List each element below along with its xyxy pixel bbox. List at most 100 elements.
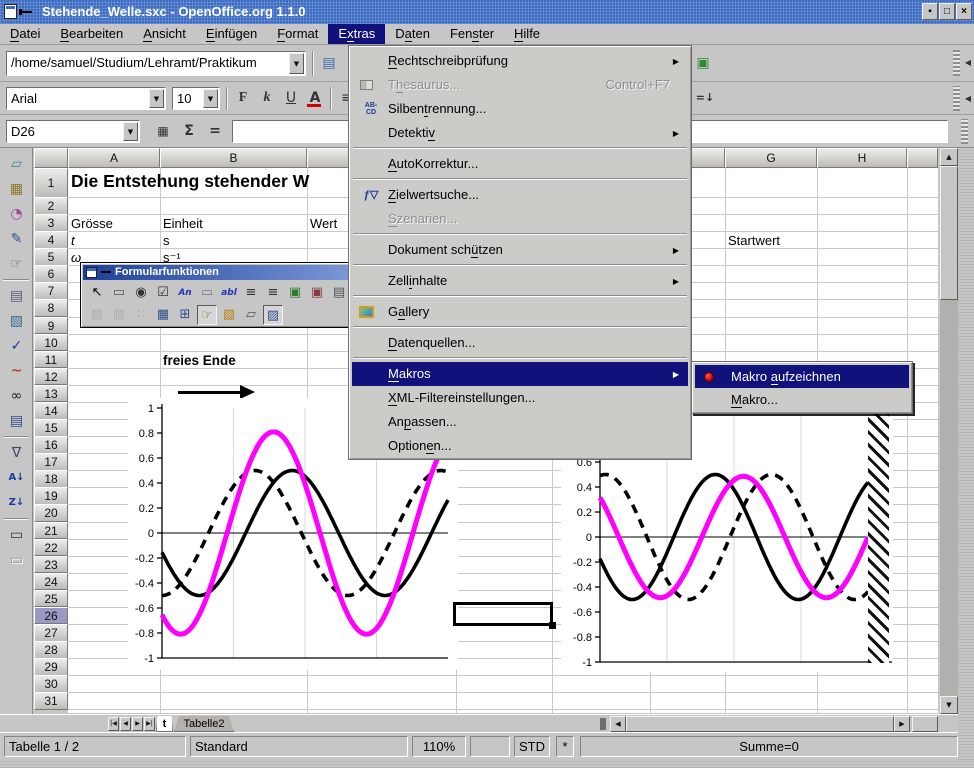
menubar-item-format[interactable]: Format (267, 24, 328, 44)
row-header-19[interactable]: 19 (34, 487, 68, 505)
check-box-icon[interactable]: ☑ (153, 283, 173, 303)
menubar-item-bearbeiten[interactable]: Bearbeiten (50, 24, 133, 44)
data-sources-icon[interactable]: ▤ (4, 409, 29, 433)
underline-icon[interactable]: U (280, 87, 302, 109)
font-size-select[interactable]: 10▼ (172, 87, 220, 110)
selection-mode[interactable]: STD (514, 736, 550, 757)
font-name-select[interactable]: Arial▼ (6, 87, 166, 110)
row-header-10[interactable]: 10 (34, 334, 68, 352)
scroll-down-icon[interactable]: ▼ (940, 696, 958, 714)
table-control-icon[interactable]: ▦ (153, 305, 173, 325)
menubar-item-hilfe[interactable]: Hilfe (504, 24, 550, 44)
menubar-item-extras[interactable]: Extras (328, 24, 385, 44)
column-header-G[interactable]: G (725, 148, 817, 168)
row-header-14[interactable]: 14 (34, 402, 68, 420)
insert-cells-icon[interactable]: ▦ (4, 177, 29, 201)
bold-icon[interactable]: F (232, 87, 254, 109)
menu-item-zielwertsuche[interactable]: ƒ▽Zielwertsuche... (352, 183, 688, 207)
sheet-tab-Tabelle2[interactable]: Tabelle2 (174, 716, 234, 732)
form-functions-icon[interactable]: ☞ (4, 252, 29, 276)
menu-item-zellinhalte[interactable]: Zellinhalte▶ (352, 269, 688, 293)
sum-icon[interactable]: Σ (178, 120, 200, 142)
new-document-icon[interactable]: ▤ (318, 52, 340, 74)
menu-item-optionen[interactable]: Optionen... (352, 434, 688, 458)
name-box[interactable]: D26▼ (6, 120, 140, 143)
list-box-icon[interactable]: ≡ (241, 283, 261, 303)
cell-reference-value[interactable]: D26 (11, 122, 121, 141)
hscroll-right-icon[interactable]: ▶ (894, 716, 910, 732)
row-header-5[interactable]: 5 (34, 248, 68, 266)
row-header-7[interactable]: 7 (34, 282, 68, 300)
push-button-icon[interactable]: ▭ (109, 283, 129, 303)
sort-ascending-icon[interactable]: A↓ (4, 466, 29, 490)
insert-icon[interactable]: ▱ (4, 152, 29, 176)
column-header-A[interactable]: A (68, 148, 160, 168)
find-replace-icon[interactable]: ∞ (4, 384, 29, 408)
toolbar-grip[interactable] (953, 50, 960, 76)
menu-item-anpassen[interactable]: Anpassen... (352, 410, 688, 434)
vertical-scroll-thumb[interactable] (940, 166, 958, 300)
horizontal-scroll-thumb[interactable] (626, 716, 894, 732)
row-header-16[interactable]: 16 (34, 436, 68, 454)
titlebar[interactable]: Stehende_Welle.sxc - OpenOffice.org 1.1.… (0, 0, 974, 24)
row-header-27[interactable]: 27 (34, 624, 68, 642)
menu-item-detektiv[interactable]: Detektiv▶ (352, 121, 688, 145)
row-header-22[interactable]: 22 (34, 539, 68, 557)
minimize-button[interactable]: ▪ (922, 3, 938, 20)
row-header-18[interactable]: 18 (34, 470, 68, 488)
row-header-13[interactable]: 13 (34, 385, 68, 403)
format-paintbrush-icon[interactable]: ▧ (4, 309, 29, 333)
wizard-icon[interactable]: ▨ (263, 305, 283, 325)
menu-item-makros[interactable]: Makros▶ (352, 362, 688, 386)
menubar-item-daten[interactable]: Daten (385, 24, 440, 44)
number-format-icon[interactable]: =↓ (694, 87, 716, 109)
form-toolbar-titlebar[interactable]: Formularfunktionen (83, 265, 349, 280)
sort-descending-icon[interactable]: Z↓ (4, 491, 29, 515)
label-field-icon[interactable]: An (175, 283, 195, 303)
row-header-25[interactable]: 25 (34, 590, 68, 608)
menubar-item-fenster[interactable]: Fenster (440, 24, 504, 44)
autospellcheck-icon[interactable]: ~ (4, 359, 29, 383)
row-header-12[interactable]: 12 (34, 368, 68, 386)
zoom-level[interactable]: 110% (412, 736, 466, 757)
selected-cell-outline[interactable] (453, 602, 553, 626)
italic-icon[interactable]: k (256, 87, 278, 109)
function-list-icon[interactable]: ▦ (152, 120, 174, 142)
menu-item-gallery[interactable]: Gallery (352, 300, 688, 324)
menubar-item-einfgen[interactable]: Einfügen (196, 24, 267, 44)
collapse-toolbar-icon[interactable]: ◀ (962, 50, 974, 72)
tab-split-handle[interactable] (600, 718, 606, 730)
draw-functions-icon[interactable]: ✎ (4, 227, 29, 251)
group-icon[interactable]: ▭ (4, 523, 29, 547)
menu-item-xmlfiltereinstellungen[interactable]: XML-Filtereinstellungen... (352, 386, 688, 410)
toolbar-grip[interactable] (961, 119, 968, 144)
row-header-1[interactable]: 1 (34, 168, 68, 198)
row-header-31[interactable]: 31 (34, 692, 68, 710)
combo-box-icon[interactable]: ≡ (263, 283, 283, 303)
autofilter-icon[interactable]: ∇ (4, 441, 29, 465)
file-selection-icon[interactable]: ▤ (329, 283, 349, 303)
next-sheet-button[interactable]: ▶ (132, 717, 143, 731)
row-header-29[interactable]: 29 (34, 658, 68, 676)
row-header-30[interactable]: 30 (34, 675, 68, 693)
menu-item-szenarien[interactable]: Szenarien... (352, 207, 688, 231)
select-all-corner[interactable] (34, 148, 68, 168)
text-box-icon[interactable]: abl (219, 283, 239, 303)
prev-sheet-button[interactable]: ◀ (120, 717, 131, 731)
arrow-right-object[interactable] (178, 391, 240, 394)
group-box-icon[interactable]: ▭ (197, 283, 217, 303)
toolbar-grip[interactable] (953, 86, 960, 111)
row-header-23[interactable]: 23 (34, 556, 68, 574)
scroll-up-icon[interactable]: ▲ (940, 148, 958, 166)
row-header-4[interactable]: 4 (34, 231, 68, 249)
option-button-icon[interactable]: ◉ (131, 283, 151, 303)
menu-item-thesaurus[interactable]: Thesaurus...Control+F7 (352, 73, 688, 97)
design-mode-icon[interactable]: ☞ (197, 305, 217, 325)
row-header-20[interactable]: 20 (34, 504, 68, 522)
font-size-dropdown-icon[interactable]: ▼ (203, 89, 218, 108)
fill-handle[interactable] (549, 622, 556, 629)
more-controls-icon[interactable]: ⊞ (175, 305, 195, 325)
submenu-item-makro[interactable]: Makro... (695, 388, 909, 411)
url-value[interactable]: /home/samuel/Studium/Lehramt/Praktikum (11, 53, 287, 74)
menubar-item-datei[interactable]: Datei (0, 24, 50, 44)
